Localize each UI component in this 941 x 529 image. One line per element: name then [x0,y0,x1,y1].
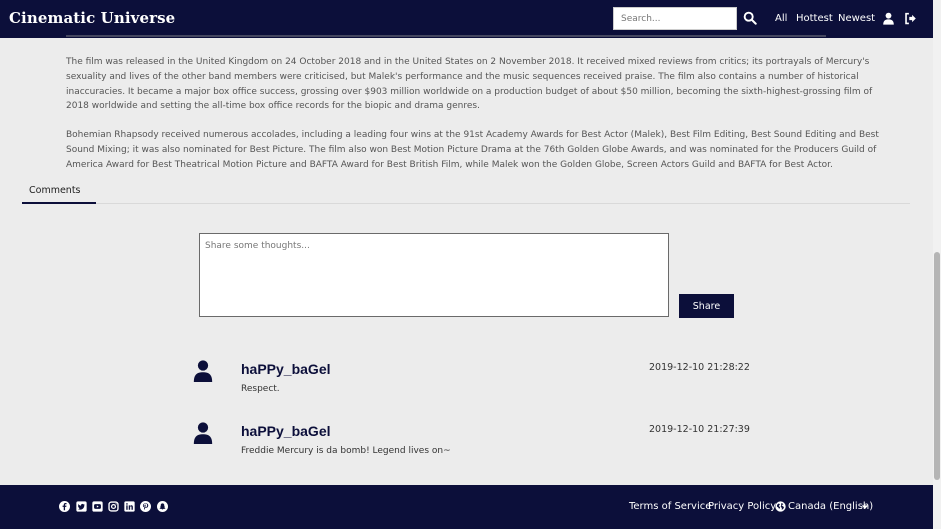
comment-text: Respect. [241,384,280,394]
user-avatar-icon [193,360,213,382]
page-scrollbar-thumb[interactable] [934,252,940,480]
instagram-icon[interactable] [108,501,119,512]
brand-logo[interactable]: Cinematic Universe [9,9,175,27]
content-tabs: Comments [22,182,910,204]
snapchat-icon[interactable] [157,501,168,512]
share-button[interactable]: Share [679,294,734,318]
nav-link-all[interactable]: All [775,13,787,24]
pinterest-icon[interactable] [140,501,151,512]
sign-out-icon[interactable] [904,12,917,25]
user-avatar-icon [193,422,213,444]
article-cutoff-text [66,33,882,38]
globe-icon [775,501,786,512]
comment-item: haPPy_baGel 2019-12-10 21:27:39 Freddie … [193,422,753,472]
youtube-icon[interactable] [92,501,103,512]
comment-timestamp: 2019-12-10 21:27:39 [649,424,750,435]
comment-username[interactable]: haPPy_baGel [241,423,331,439]
facebook-icon[interactable] [59,501,70,512]
search-input[interactable] [613,7,737,30]
user-icon[interactable] [882,12,895,25]
footer-link-privacy[interactable]: Privacy Policy [708,501,776,512]
chevron-down-icon[interactable] [861,503,869,511]
article-paragraph: The film was released in the United King… [66,57,873,112]
site-footer: Terms of Service Privacy Policy Canada (… [0,485,933,529]
comment-username[interactable]: haPPy_baGel [241,361,331,377]
footer-link-terms[interactable]: Terms of Service [629,501,711,512]
comment-item: haPPy_baGel 2019-12-10 21:28:22 Respect. [193,360,753,410]
article-paragraph: Bohemian Rhapsody received numerous acco… [66,130,879,170]
comment-textarea[interactable] [199,233,669,317]
tab-comments[interactable]: Comments [22,182,96,204]
article-body: The film was released in the United King… [66,55,882,187]
comment-text: Freddie Mercury is da bomb! Legend lives… [241,446,451,456]
comment-timestamp: 2019-12-10 21:28:22 [649,362,750,373]
nav-link-newest[interactable]: Newest [838,13,875,24]
search-icon[interactable] [743,11,757,25]
twitter-icon[interactable] [76,501,87,512]
nav-link-hottest[interactable]: Hottest [796,13,833,24]
linkedin-icon[interactable] [124,501,135,512]
